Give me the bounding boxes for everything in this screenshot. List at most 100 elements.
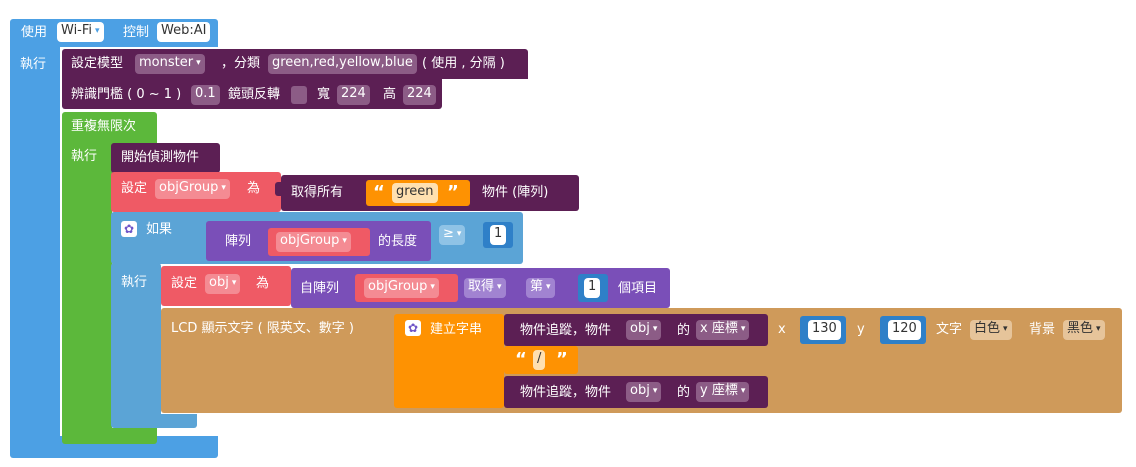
track-label: 物件追蹤，物件 — [520, 323, 612, 338]
text-color-label: 文字 — [936, 322, 963, 337]
chevron-down-icon: ▾ — [342, 236, 347, 246]
obj-var-dropdown[interactable]: obj ▾ — [205, 274, 241, 294]
gear-icon[interactable]: ✿ — [121, 221, 137, 237]
classes-field[interactable]: green,red,yellow,blue — [268, 54, 417, 74]
var-value: obj — [630, 383, 650, 398]
objgroup-var-dropdown[interactable]: objGroup ▾ — [155, 179, 230, 199]
x-coord-dropdown[interactable]: x 座標 ▾ — [696, 320, 750, 340]
chevron-down-icon: ▾ — [740, 386, 746, 396]
as-label: 為 — [247, 181, 261, 196]
of-label: 的 — [677, 323, 691, 338]
operator-value: ≥ — [443, 226, 454, 241]
do-label: 執行 — [20, 57, 47, 72]
chevron-down-icon: ▾ — [221, 183, 226, 193]
chevron-down-icon: ▾ — [231, 278, 237, 288]
objgroup-var-dropdown[interactable]: objGroup ▾ — [364, 278, 439, 298]
threshold-field[interactable]: 0.1 — [191, 85, 220, 105]
loop-do-label: 執行 — [71, 149, 98, 164]
track-label: 物件追蹤，物件 — [520, 385, 612, 400]
chevron-down-icon: ▾ — [196, 58, 201, 68]
y-coord-dropdown[interactable]: y 座標 ▾ — [696, 382, 750, 402]
repeat-forever-body — [62, 143, 112, 443]
objgroup-var-dropdown[interactable]: objGroup ▾ — [276, 232, 351, 252]
repeat-forever-foot — [62, 428, 157, 444]
target-field[interactable]: Web:AI — [157, 22, 211, 42]
length-label: 的長度 — [378, 234, 418, 249]
var-value: objGroup — [368, 279, 428, 294]
position-dropdown[interactable]: 第 ▾ — [526, 278, 555, 298]
from-array-label: 自陣列 — [300, 281, 340, 296]
connection-value: Wi-Fi — [61, 23, 93, 38]
array-label: 陣列 — [225, 234, 252, 249]
x-label: x — [778, 322, 786, 337]
position-value: 第 — [530, 279, 544, 294]
coord-value: y 座標 — [700, 383, 738, 398]
var-value: obj — [630, 321, 650, 336]
chevron-down-icon: ▾ — [1003, 324, 1008, 334]
chevron-down-icon: ▾ — [652, 386, 658, 396]
color-text-field[interactable]: green — [392, 183, 438, 203]
chevron-down-icon: ▾ — [740, 324, 746, 334]
color-value: 黑色 — [1067, 321, 1094, 336]
var-value: objGroup — [280, 233, 340, 248]
chevron-down-icon: ▾ — [430, 282, 435, 292]
as-label: 為 — [256, 276, 270, 291]
set-label: 設定 — [171, 276, 198, 291]
bg-color-dropdown[interactable]: 黑色 ▾ — [1063, 320, 1105, 340]
close-quote-icon: ” — [447, 182, 459, 203]
y-label: y — [857, 322, 865, 337]
open-quote-icon: “ — [373, 182, 385, 203]
bg-color-label: 背景 — [1029, 322, 1056, 337]
if-block-foot — [111, 414, 197, 428]
join-label: 建立字串 — [430, 322, 483, 337]
classes-label: ，分類 — [221, 56, 261, 71]
get-all-label: 取得所有 — [291, 185, 344, 200]
width-field[interactable]: 224 — [337, 85, 370, 105]
connection-dropdown[interactable]: Wi-Fi ▾ — [57, 22, 104, 42]
var-value: objGroup — [159, 180, 219, 195]
operator-dropdown[interactable]: ≥ ▾ — [439, 225, 466, 245]
model-dropdown[interactable]: monster ▾ — [135, 54, 205, 74]
obj-dropdown[interactable]: obj ▾ — [626, 382, 662, 402]
model-value: monster — [139, 55, 194, 70]
width-label: 寬 — [317, 87, 331, 102]
color-value: 白色 — [974, 321, 1001, 336]
mirror-checkbox[interactable] — [291, 86, 307, 104]
if-do-label: 執行 — [121, 275, 148, 290]
control-label: 控制 — [123, 25, 150, 40]
chevron-down-icon: ▾ — [95, 26, 100, 36]
compare-number[interactable]: 1 — [490, 225, 507, 245]
coord-value: x 座標 — [700, 321, 738, 336]
start-detect-label: 開始偵測物件 — [121, 150, 200, 165]
classes-hint: ( 使用 , 分隔 ) — [422, 56, 505, 71]
chevron-down-icon: ▾ — [1096, 324, 1101, 334]
separator-field[interactable]: / — [533, 350, 546, 370]
x-number[interactable]: 130 — [808, 320, 841, 340]
repeat-label: 重複無限次 — [71, 119, 137, 134]
mirror-label: 鏡頭反轉 — [228, 87, 281, 102]
chevron-down-icon: ▾ — [546, 282, 551, 292]
text-color-dropdown[interactable]: 白色 ▾ — [970, 320, 1012, 340]
objects-array-label: 物件 (陣列) — [482, 185, 549, 200]
lcd-label: LCD 顯示文字 ( 限英文、數字 ) — [171, 321, 355, 336]
item-label: 個項目 — [618, 281, 658, 296]
close-quote-icon: ” — [556, 349, 568, 370]
if-label: 如果 — [146, 222, 173, 237]
index-number[interactable]: 1 — [584, 278, 601, 298]
set-label: 設定 — [121, 181, 148, 196]
open-quote-icon: “ — [515, 349, 527, 370]
get-mode-dropdown[interactable]: 取得 ▾ — [464, 278, 506, 298]
use-label: 使用 — [21, 25, 48, 40]
wifi-control-body — [10, 46, 60, 446]
var-value: obj — [209, 275, 229, 290]
setup-model-label: 設定模型 — [71, 56, 124, 71]
chevron-down-icon: ▾ — [652, 324, 658, 334]
height-field[interactable]: 224 — [403, 85, 436, 105]
y-number[interactable]: 120 — [888, 320, 921, 340]
gear-icon[interactable]: ✿ — [405, 320, 421, 336]
chevron-down-icon: ▾ — [456, 229, 462, 239]
of-label: 的 — [677, 385, 691, 400]
obj-dropdown[interactable]: obj ▾ — [626, 320, 662, 340]
height-label: 高 — [383, 87, 397, 102]
threshold-label: 辨識門檻 ( 0 ~ 1 ) — [71, 87, 182, 102]
